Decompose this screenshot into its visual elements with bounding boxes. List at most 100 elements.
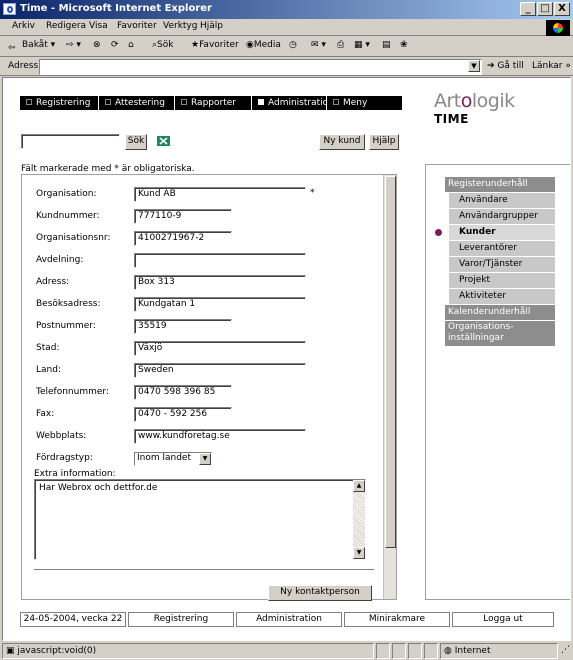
new-contact-button[interactable]: Ny kontaktperson (268, 585, 372, 601)
avdelning-field[interactable] (134, 253, 306, 268)
favorites-button[interactable]: ★Favoriter (191, 40, 239, 50)
required-hint: Fält markerade med * är obligatoriska. (21, 164, 195, 174)
land-field[interactable]: Sweden (134, 363, 306, 378)
fordragstyp-select[interactable]: Inom landet ▼ (134, 452, 212, 466)
footer-administration[interactable]: Administration (236, 612, 342, 627)
print-button[interactable]: ⎙ (337, 40, 344, 50)
edit-button[interactable]: ▦ ▾ (354, 40, 370, 50)
resize-grip-icon[interactable]: ⋰ (558, 643, 572, 659)
help-button[interactable]: Hjälp (369, 134, 399, 150)
messenger-button[interactable]: ❀ (400, 40, 408, 50)
new-customer-button[interactable]: Ny kund (319, 134, 365, 150)
extra-info-textarea[interactable]: Har Webrox och dettfor.de ▲ ▼ (34, 479, 366, 560)
status-pane (408, 643, 422, 659)
stop-icon: ⊗ (93, 40, 101, 50)
maximize-button[interactable]: □ (537, 2, 553, 16)
fax-field[interactable]: 0470 - 592 256 (134, 407, 232, 422)
media-button[interactable]: ◉Media (246, 40, 281, 50)
favorites-icon: ★ (191, 40, 200, 50)
windows-logo-icon (546, 20, 570, 36)
kundnummer-field[interactable]: 777110-9 (134, 209, 232, 224)
go-button[interactable]: ➔ Gå till (487, 61, 524, 71)
orgnr-field[interactable]: 4100271967-2 (134, 231, 232, 246)
besoksadress-field[interactable]: Kundgatan 1 (134, 297, 306, 312)
back-arrow-icon: ⇦ (8, 43, 16, 53)
organisation-field[interactable]: Kund AB (134, 187, 306, 202)
sidebar-group-kalenderunderhall[interactable]: Kalenderunderhåll (445, 305, 555, 320)
nav-administration[interactable]: Administration (252, 96, 334, 110)
sidebar-item-projekt[interactable]: Projekt (449, 273, 555, 288)
sidebar-item-anvandare[interactable]: Användare (449, 193, 555, 208)
scrollbar-thumb[interactable] (385, 176, 396, 548)
title-bar: Time - Microsoft Internet Explorer _ □ X (0, 0, 573, 19)
sidebar-group-organisationsinstallningar[interactable]: Organisations-inställningar (445, 321, 555, 346)
sidebar-item-leverantorer[interactable]: Leverantörer (449, 241, 555, 256)
telefon-field[interactable]: 0470 598 396 85 (134, 385, 232, 400)
label-fordragstyp: Fördragstyp: (36, 453, 93, 463)
window-title: Time - Microsoft Internet Explorer (20, 3, 212, 14)
nav-attestering[interactable]: Attestering (99, 96, 174, 110)
label-webbplats: Webbplats: (36, 431, 87, 441)
sidebar-item-varor-tjanster[interactable]: Varor/Tjänster (449, 257, 555, 272)
search-toolbar-button[interactable]: ⌕Sök (152, 40, 173, 50)
sidebar-group-registerunderhall[interactable]: Registerunderhåll (445, 177, 555, 192)
label-postnummer: Postnummer: (36, 321, 96, 331)
required-asterisk: * (310, 188, 315, 198)
label-adress: Adress: (36, 277, 70, 287)
status-pane (424, 643, 438, 659)
sidebar-item-anvandargrupper[interactable]: Användargrupper (449, 209, 555, 224)
address-input[interactable] (39, 59, 482, 75)
footer-logout[interactable]: Logga ut (452, 612, 554, 627)
links-button[interactable]: Länkar » (532, 61, 571, 71)
menu-favoriter[interactable]: Favoriter (117, 21, 157, 31)
nav-bullet-icon (181, 99, 187, 105)
stop-button[interactable]: ⊗ (93, 40, 101, 50)
home-icon: ⌂ (128, 40, 134, 50)
globe-icon: ◍ (444, 646, 452, 656)
home-button[interactable]: ⌂ (128, 40, 134, 50)
form-scrollbar[interactable] (383, 175, 396, 599)
mail-button[interactable]: ✉ ▾ (311, 40, 326, 50)
history-icon: ◷ (289, 40, 297, 50)
footer-registrering[interactable]: Registrering (128, 612, 234, 627)
discuss-button[interactable]: ▤ (382, 40, 391, 50)
minimize-button[interactable]: _ (520, 2, 536, 16)
label-telefon: Telefonnummer: (36, 387, 109, 397)
nav-rapporter[interactable]: Rapporter (175, 96, 251, 110)
adress-field[interactable]: Box 313 (134, 275, 306, 290)
history-button[interactable]: ◷ (289, 40, 297, 50)
close-button[interactable]: X (554, 2, 570, 16)
menu-redigera[interactable]: Redigera (46, 21, 86, 31)
menu-hjalp[interactable]: Hjälp (200, 21, 223, 31)
forward-button[interactable]: ⇨ ▾ (66, 40, 81, 50)
stad-field[interactable]: Växjö (134, 341, 306, 356)
customer-search-input[interactable] (21, 134, 120, 149)
footer-minirakmare[interactable]: Minirakmare (344, 612, 450, 627)
edit-icon: ▦ ▾ (354, 40, 370, 50)
refresh-icon: ⟳ (111, 40, 119, 50)
refresh-button[interactable]: ⟳ (111, 40, 119, 50)
postnummer-field[interactable]: 35519 (134, 319, 232, 334)
scroll-down-icon[interactable]: ▼ (353, 547, 365, 559)
excel-export-icon[interactable] (157, 135, 170, 147)
customer-form: Organisation: Kund AB * Kundnummer: 7771… (21, 174, 397, 601)
label-orgnr: Organisationsnr: (36, 233, 111, 243)
menu-arkiv[interactable]: Arkiv (12, 21, 35, 31)
nav-registrering[interactable]: Registrering (20, 96, 98, 110)
menu-verktyg[interactable]: Verktyg (163, 21, 197, 31)
address-dropdown-icon[interactable]: ▼ (468, 60, 480, 72)
footer-date: 24-05-2004, vecka 22 (20, 612, 126, 627)
status-pane (392, 643, 406, 659)
scroll-up-icon[interactable]: ▲ (353, 480, 365, 492)
brand-wordmark: Artologik (434, 90, 515, 112)
search-button[interactable]: Sök (125, 134, 147, 150)
nav-meny[interactable]: Meny (327, 96, 402, 110)
sidebar-item-aktiviteter[interactable]: Aktiviteter (449, 289, 555, 304)
address-label: Adress (8, 61, 39, 71)
webbplats-field[interactable]: www.kundforetag.se (134, 429, 306, 444)
menu-visa[interactable]: Visa (89, 21, 108, 31)
print-icon: ⎙ (337, 40, 345, 50)
sidebar-item-kunder[interactable]: Kunder (449, 225, 555, 240)
textarea-scrollbar[interactable]: ▲ ▼ (353, 480, 365, 559)
back-button[interactable]: ⇦ Bakåt ▾ (8, 40, 55, 55)
